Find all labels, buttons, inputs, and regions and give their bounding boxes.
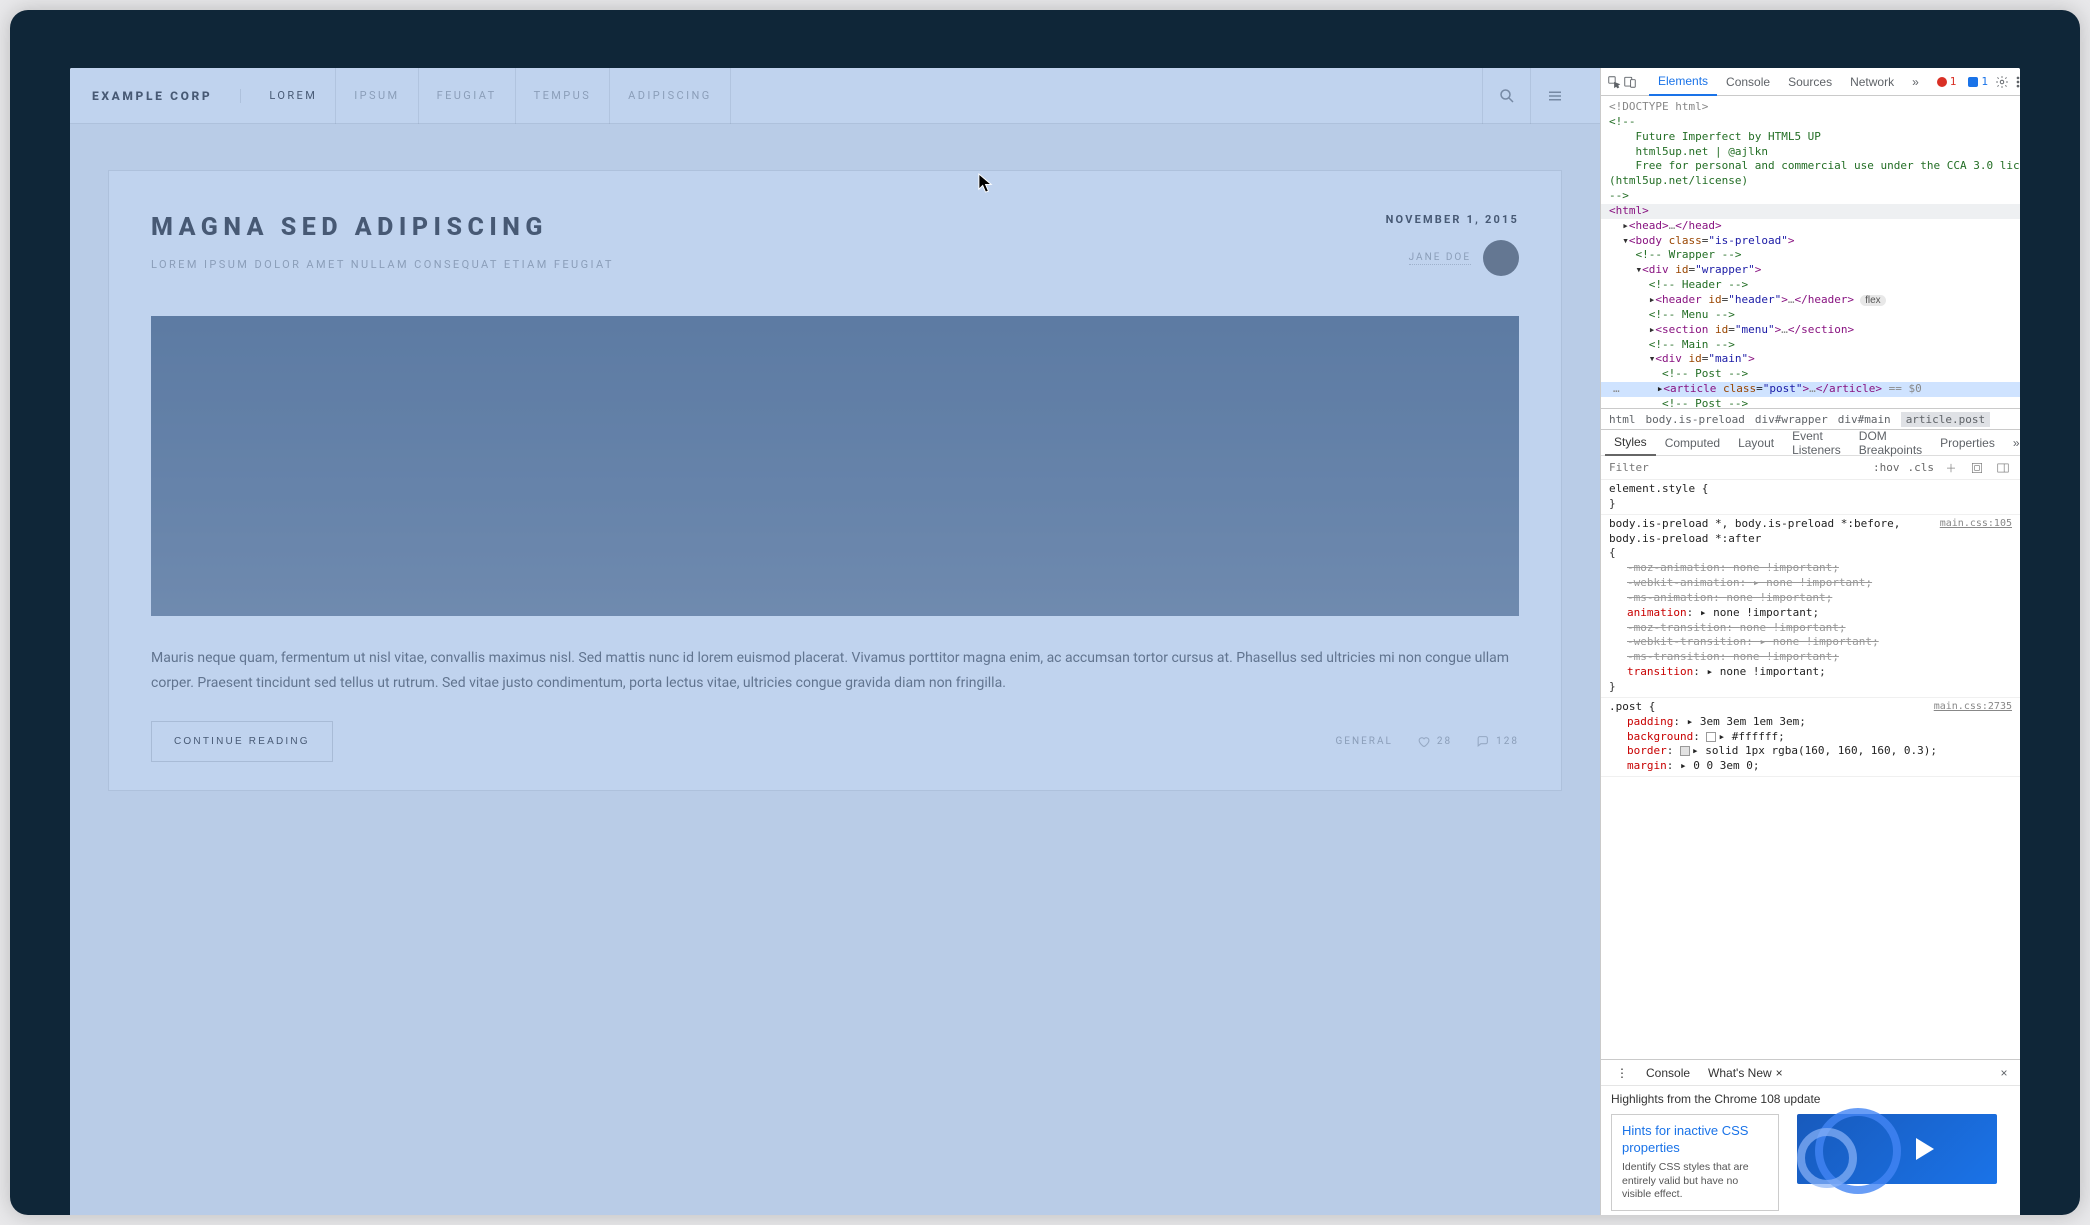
gear-icon[interactable]: [1995, 71, 2009, 93]
post-category[interactable]: GENERAL: [1335, 736, 1392, 747]
tabs-overflow-icon[interactable]: »: [1903, 68, 1928, 96]
computed-panel-icon[interactable]: [1968, 459, 1986, 477]
styles-filter-bar: :hov .cls ＋: [1601, 456, 2020, 480]
tab-network[interactable]: Network: [1841, 68, 1903, 96]
devtools-toolbar: Elements Console Sources Network » 1 1: [1601, 68, 2020, 96]
hint-card[interactable]: Hints for inactive CSS properties Identi…: [1611, 1114, 1779, 1211]
cls-toggle[interactable]: .cls: [1908, 461, 1935, 474]
avatar[interactable]: [1483, 240, 1519, 276]
subtab-properties[interactable]: Properties: [1931, 430, 2004, 456]
post-subtitle: LOREM IPSUM DOLOR AMET NULLAM CONSEQUAT …: [151, 258, 1386, 271]
subtab-event-listeners[interactable]: Event Listeners: [1783, 430, 1850, 456]
source-link[interactable]: main.css:105: [1940, 517, 2012, 531]
device-toggle-icon[interactable]: [1623, 71, 1637, 93]
dom-tree[interactable]: <!DOCTYPE html> <!-- Future Imperfect by…: [1601, 96, 2020, 408]
styles-tabs: Styles Computed Layout Event Listeners D…: [1601, 430, 2020, 456]
search-icon[interactable]: [1482, 68, 1530, 124]
subtabs-overflow-icon[interactable]: »: [2004, 430, 2020, 456]
dom-selected-node[interactable]: … ▸<article class="post">…</article> == …: [1601, 382, 2020, 397]
tab-console[interactable]: Console: [1717, 68, 1779, 96]
continue-reading-button[interactable]: CONTINUE READING: [151, 721, 333, 762]
source-link[interactable]: main.css:2735: [1934, 700, 2012, 714]
tab-sources[interactable]: Sources: [1779, 68, 1841, 96]
video-thumbnail[interactable]: [1797, 1114, 1997, 1184]
styles-filter-input[interactable]: [1609, 461, 1865, 474]
nav-tempus[interactable]: TEMPUS: [516, 68, 611, 124]
menu-icon[interactable]: [1530, 68, 1578, 124]
subtab-layout[interactable]: Layout: [1729, 430, 1783, 456]
inspect-icon[interactable]: [1607, 71, 1621, 93]
drawer-tab-whatsnew[interactable]: What's New ×: [1699, 1066, 1792, 1080]
subtab-computed[interactable]: Computed: [1656, 430, 1729, 456]
breadcrumb[interactable]: html body.is-preload div#wrapper div#mai…: [1601, 408, 2020, 430]
hov-toggle[interactable]: :hov: [1873, 461, 1900, 474]
post-date[interactable]: NOVEMBER 1, 2015: [1386, 213, 1519, 226]
post-title[interactable]: MAGNA SED ADIPISCING: [151, 213, 1386, 242]
whatsnew-headline: Highlights from the Chrome 108 update: [1611, 1092, 2010, 1106]
drawer-toggle-icon[interactable]: ⋮: [1607, 1066, 1637, 1080]
rendered-page: EXAMPLE CORP LOREM IPSUM FEUGIAT TEMPUS …: [70, 68, 1600, 1215]
nav-lorem[interactable]: LOREM: [251, 68, 336, 124]
issues-badge[interactable]: 1: [1963, 74, 1993, 89]
post: MAGNA SED ADIPISCING LOREM IPSUM DOLOR A…: [108, 170, 1562, 791]
errors-badge[interactable]: 1: [1932, 74, 1962, 89]
subtab-styles[interactable]: Styles: [1605, 430, 1656, 456]
panel-toggle-icon[interactable]: [1994, 459, 2012, 477]
nav-feugiat[interactable]: FEUGIAT: [419, 68, 516, 124]
post-body: Mauris neque quam, fermentum ut nisl vit…: [151, 646, 1519, 695]
comments-stat[interactable]: 128: [1476, 735, 1519, 748]
plus-icon[interactable]: ＋: [1942, 459, 1960, 477]
styles-pane[interactable]: element.style { } main.css:105 body.is-p…: [1601, 480, 2020, 1059]
hearts-stat[interactable]: 28: [1417, 735, 1452, 748]
drawer-tab-console[interactable]: Console: [1637, 1066, 1699, 1080]
close-tab-icon[interactable]: ×: [1776, 1066, 1783, 1080]
featured-image[interactable]: [151, 316, 1519, 616]
drawer-close-icon[interactable]: ×: [1994, 1066, 2014, 1080]
kebab-icon[interactable]: [2011, 71, 2020, 93]
brand[interactable]: EXAMPLE CORP: [92, 89, 241, 103]
devtools-panel: Elements Console Sources Network » 1 1 <…: [1600, 68, 2020, 1215]
subtab-dom-breakpoints[interactable]: DOM Breakpoints: [1850, 430, 1931, 456]
tab-elements[interactable]: Elements: [1649, 68, 1717, 96]
nav-adipiscing[interactable]: ADIPISCING: [610, 68, 731, 124]
primary-nav: LOREM IPSUM FEUGIAT TEMPUS ADIPISCING: [251, 68, 1482, 124]
site-header: EXAMPLE CORP LOREM IPSUM FEUGIAT TEMPUS …: [70, 68, 1600, 124]
drawer: ⋮ Console What's New × × Highlights from…: [1601, 1059, 2020, 1215]
nav-ipsum[interactable]: IPSUM: [336, 68, 418, 124]
post-author[interactable]: JANE DOE: [1409, 252, 1471, 265]
